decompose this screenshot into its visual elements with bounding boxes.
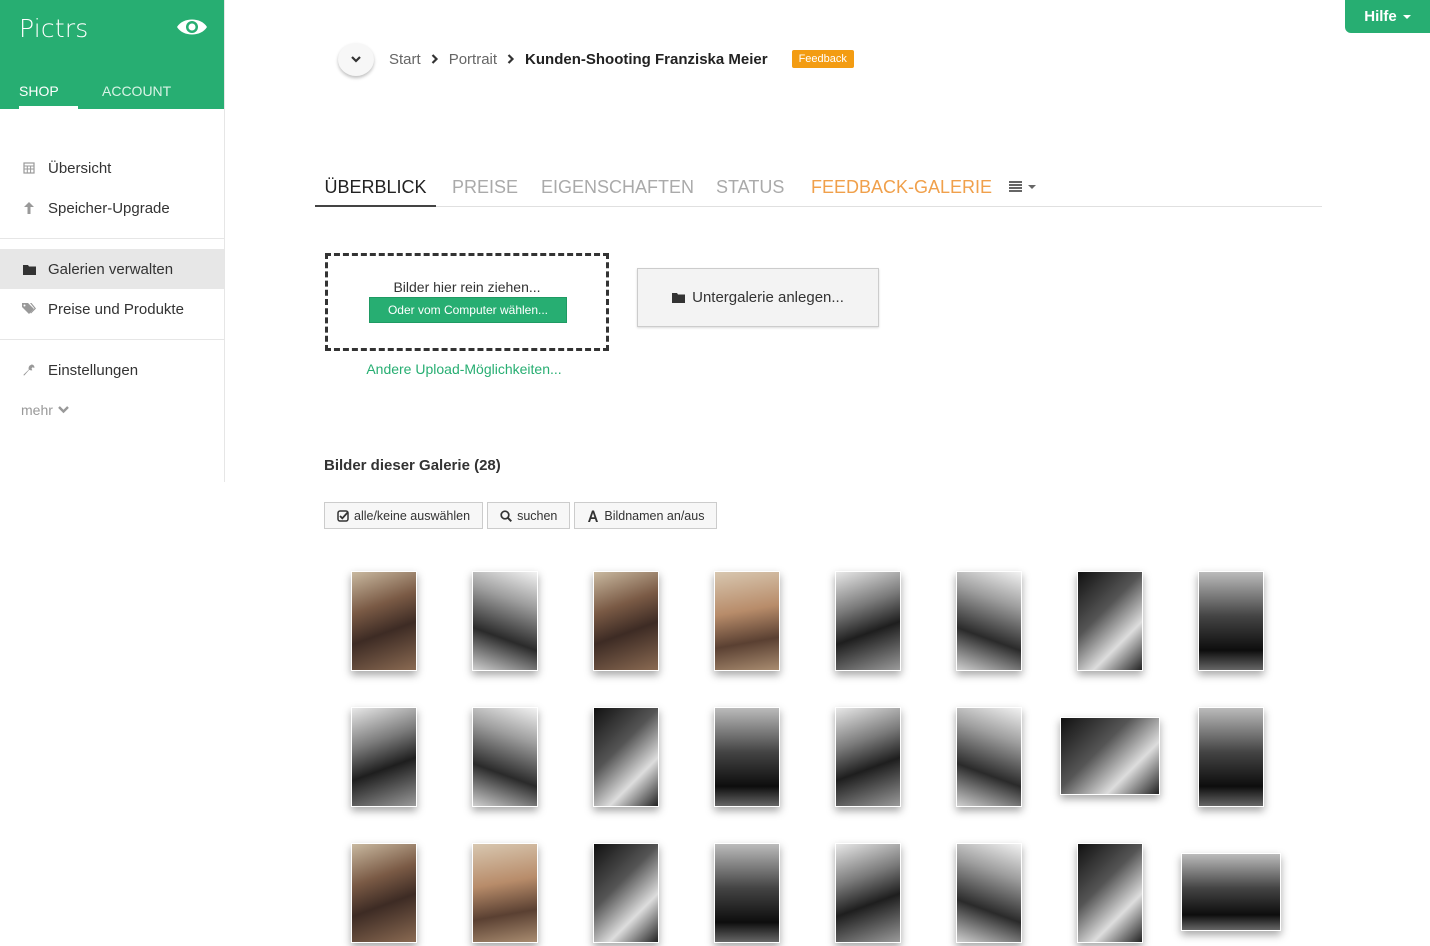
chevron-down-icon xyxy=(351,56,361,63)
sidebar-item-label: Preise und Produkte xyxy=(48,300,184,318)
brand-tabs: SHOP ACCOUNT xyxy=(0,82,224,109)
calendar-icon xyxy=(22,161,36,175)
tab-feedback-galerie[interactable]: FEEDBACK-GALERIE xyxy=(811,177,992,205)
sidebar: Pictrs SHOP ACCOUNT Übersicht Speicher-U… xyxy=(0,0,225,482)
feedback-badge: Feedback xyxy=(791,50,854,68)
sidebar-item-einstellungen[interactable]: Einstellungen xyxy=(0,350,224,390)
gallery-thumbnail[interactable] xyxy=(835,571,901,671)
sidebar-item-label: Speicher-Upgrade xyxy=(48,199,170,217)
tab-eigenschaften[interactable]: EIGENSCHAFTEN xyxy=(541,177,694,205)
font-icon xyxy=(588,510,599,522)
gallery-thumbnail[interactable] xyxy=(472,571,538,671)
gallery-thumbnail[interactable] xyxy=(593,571,659,671)
more-toggle[interactable]: mehr xyxy=(0,390,224,430)
choose-from-computer-button[interactable]: Oder vom Computer wählen... xyxy=(369,297,567,323)
brand-logo[interactable]: Pictrs xyxy=(19,14,89,43)
tab-status[interactable]: STATUS xyxy=(716,177,784,205)
gallery-toolbar: alle/keine auswählen suchen Bildnamen an… xyxy=(324,502,718,529)
check-square-icon xyxy=(337,509,349,522)
chevron-down-icon xyxy=(58,406,69,414)
create-subgallery-button[interactable]: Untergalerie anlegen... xyxy=(637,268,879,327)
tab-preise[interactable]: PREISE xyxy=(452,177,518,205)
divider xyxy=(0,339,224,340)
toggle-image-names-label: Bildnamen an/aus xyxy=(604,508,705,523)
sidebar-item-galerien-verwalten[interactable]: Galerien verwalten xyxy=(0,249,224,289)
wrench-icon xyxy=(22,363,36,377)
gallery-thumbnail[interactable] xyxy=(593,707,659,807)
breadcrumb-toggle-button[interactable] xyxy=(338,43,374,76)
caret-down-icon xyxy=(1028,184,1036,189)
gallery-thumbnail[interactable] xyxy=(1060,717,1160,795)
eye-icon[interactable] xyxy=(176,15,208,39)
gallery-thumbnail[interactable] xyxy=(714,707,780,807)
gallery-thumbnail[interactable] xyxy=(1198,707,1264,807)
gallery-thumbnail[interactable] xyxy=(956,707,1022,807)
gallery-thumbnail[interactable] xyxy=(351,571,417,671)
gallery-thumbnail[interactable] xyxy=(956,571,1022,671)
breadcrumb: Start Portrait Kunden-Shooting Franziska… xyxy=(389,49,854,69)
tab-ueberblick[interactable]: ÜBERBLICK xyxy=(315,177,436,207)
tab-shop[interactable]: SHOP xyxy=(19,82,78,109)
brand-header: Pictrs SHOP ACCOUNT xyxy=(0,0,224,109)
toggle-image-names-button[interactable]: Bildnamen an/aus xyxy=(574,502,718,529)
breadcrumb-start[interactable]: Start xyxy=(389,51,421,68)
gallery-thumbnail[interactable] xyxy=(351,707,417,807)
search-label: suchen xyxy=(517,508,558,523)
sidebar-item-preise-und-produkte[interactable]: Preise und Produkte xyxy=(0,289,224,329)
list-icon xyxy=(1009,181,1022,192)
sidebar-item-speicher-upgrade[interactable]: Speicher-Upgrade xyxy=(0,188,224,228)
caret-down-icon xyxy=(1402,14,1411,19)
folder-icon xyxy=(672,293,686,303)
help-dropdown-button[interactable]: Hilfe xyxy=(1345,0,1430,33)
search-icon xyxy=(500,509,513,522)
chevron-right-icon xyxy=(507,54,515,64)
gallery-thumbnail[interactable] xyxy=(956,843,1022,943)
gallery-thumbnail[interactable] xyxy=(714,843,780,943)
arrow-up-icon xyxy=(22,201,36,215)
gallery-thumbnail[interactable] xyxy=(1181,853,1281,931)
sidebar-item-label: Einstellungen xyxy=(48,361,139,379)
divider xyxy=(0,238,224,239)
search-button[interactable]: suchen xyxy=(487,502,571,529)
gallery-thumbnail[interactable] xyxy=(1077,571,1143,671)
gallery-thumbnail[interactable] xyxy=(472,843,538,943)
gallery-thumbnail[interactable] xyxy=(1077,843,1143,943)
tags-icon xyxy=(22,302,36,316)
gallery-thumbnail[interactable] xyxy=(351,843,417,943)
other-upload-options-link[interactable]: Andere Upload-Möglichkeiten... xyxy=(325,361,603,377)
gallery-thumbnail[interactable] xyxy=(1198,571,1264,671)
sidebar-item-label: Übersicht xyxy=(48,159,112,177)
tab-account[interactable]: ACCOUNT xyxy=(102,82,171,106)
upload-dropzone[interactable]: Bilder hier rein ziehen... Oder vom Comp… xyxy=(325,253,609,351)
chevron-right-icon xyxy=(431,54,438,64)
sidebar-item-uebersicht[interactable]: Übersicht xyxy=(0,148,224,188)
select-all-none-label: alle/keine auswählen xyxy=(354,508,471,523)
sidebar-item-label: Galerien verwalten xyxy=(48,260,174,278)
create-subgallery-label: Untergalerie anlegen... xyxy=(692,289,844,306)
gallery-thumbnail[interactable] xyxy=(593,843,659,943)
tab-more-menu[interactable] xyxy=(1009,181,1036,192)
gallery-title: Bilder dieser Galerie (28) xyxy=(324,457,501,474)
breadcrumb-current: Kunden-Shooting Franziska Meier xyxy=(525,50,768,68)
more-label: mehr xyxy=(21,402,53,418)
sidebar-nav: Übersicht Speicher-Upgrade Galerien verw… xyxy=(0,148,224,430)
select-all-none-button[interactable]: alle/keine auswählen xyxy=(324,502,484,529)
help-label: Hilfe xyxy=(1364,8,1397,25)
gallery-tabs: ÜBERBLICK PREISE EIGENSCHAFTEN STATUS FE… xyxy=(315,171,1322,207)
gallery-thumbnail[interactable] xyxy=(472,707,538,807)
breadcrumb-portrait[interactable]: Portrait xyxy=(449,51,497,68)
gallery-thumbnail[interactable] xyxy=(714,571,780,671)
dropzone-text: Bilder hier rein ziehen... xyxy=(393,279,541,295)
gallery-thumbnail[interactable] xyxy=(835,843,901,943)
folder-icon xyxy=(22,262,36,276)
gallery-thumbnail[interactable] xyxy=(835,707,901,807)
